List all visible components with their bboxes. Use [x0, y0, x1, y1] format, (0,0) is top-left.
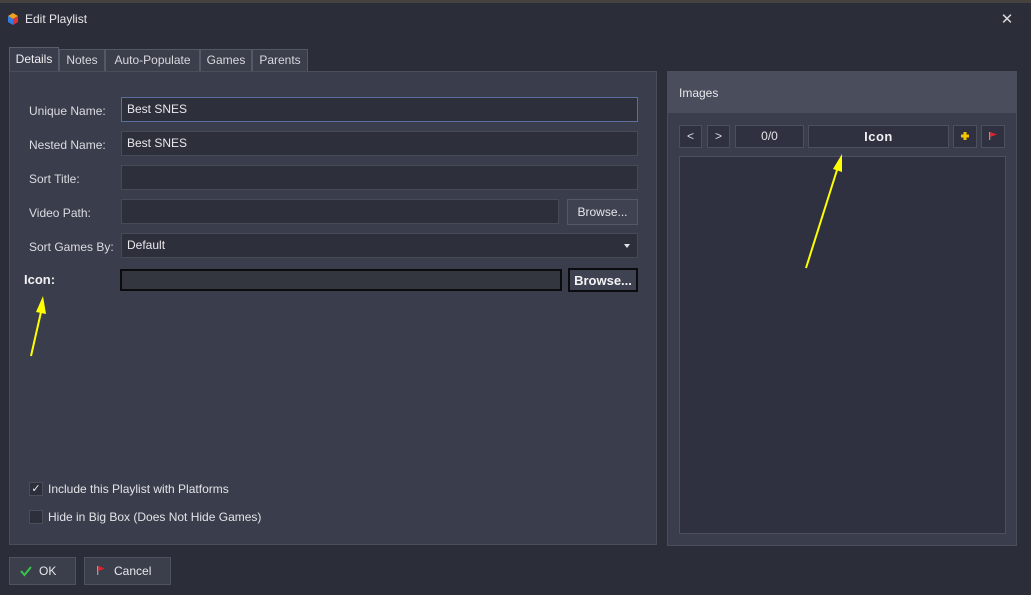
video-path-input[interactable] [121, 199, 559, 224]
images-panel: Images < > 0/0 Icon [667, 71, 1017, 546]
add-image-button[interactable] [953, 125, 977, 148]
sort-games-by-label: Sort Games By: [29, 240, 114, 254]
icon-label: Icon: [24, 272, 56, 287]
image-preview-area[interactable] [679, 156, 1006, 534]
remove-image-button[interactable] [981, 125, 1005, 148]
unique-name-input[interactable]: Best SNES [121, 97, 638, 122]
tab-auto-populate[interactable]: Auto-Populate [105, 49, 200, 72]
red-flag-icon [989, 132, 997, 140]
plus-icon [961, 132, 969, 140]
launchbox-cube-icon [8, 13, 18, 25]
sort-title-label: Sort Title: [29, 172, 80, 186]
hide-bigbox-label: Hide in Big Box (Does Not Hide Games) [48, 510, 262, 524]
checkbox-unchecked [29, 510, 43, 524]
ok-button[interactable]: OK [9, 557, 76, 585]
tab-games[interactable]: Games [200, 49, 252, 72]
sort-games-by-value: Default [127, 238, 166, 252]
tab-notes[interactable]: Notes [59, 49, 105, 72]
icon-browse-button[interactable]: Browse... [568, 268, 638, 292]
red-flag-icon [97, 566, 105, 575]
image-counter: 0/0 [735, 125, 804, 148]
close-icon: ✕ [1000, 11, 1014, 28]
include-platforms-label: Include this Playlist with Platforms [48, 482, 229, 496]
sort-games-by-select[interactable]: Default [121, 233, 638, 258]
video-path-browse-button[interactable]: Browse... [567, 199, 638, 225]
images-header: Images [668, 72, 1016, 113]
video-path-label: Video Path: [29, 206, 91, 220]
images-title: Images [679, 86, 719, 100]
nested-name-label: Nested Name: [29, 138, 106, 152]
image-type-selector[interactable]: Icon [808, 125, 949, 148]
check-icon [20, 566, 32, 577]
hide-bigbox-checkbox[interactable]: Hide in Big Box (Does Not Hide Games) [29, 510, 329, 526]
next-image-button[interactable]: > [707, 125, 730, 148]
nested-name-input[interactable]: Best SNES [121, 131, 638, 156]
previous-image-button[interactable]: < [679, 125, 702, 148]
icon-path-input[interactable] [120, 269, 562, 291]
close-button[interactable]: ✕ [996, 9, 1018, 31]
tab-details[interactable]: Details [9, 47, 59, 72]
unique-name-label: Unique Name: [29, 104, 106, 118]
title-bar: Edit Playlist ✕ [0, 3, 1031, 36]
chevron-down-icon [624, 244, 630, 248]
window-title: Edit Playlist [25, 12, 88, 26]
include-platforms-checkbox[interactable]: ✓ Include this Playlist with Platforms [29, 482, 329, 498]
cancel-label: Cancel [114, 564, 152, 578]
sort-title-input[interactable] [121, 165, 638, 190]
checkbox-checked: ✓ [29, 482, 43, 496]
cancel-button[interactable]: Cancel [84, 557, 171, 585]
tab-parents[interactable]: Parents [252, 49, 308, 72]
ok-label: OK [39, 564, 57, 578]
details-panel: Unique Name: Best SNES Nested Name: Best… [9, 71, 657, 545]
